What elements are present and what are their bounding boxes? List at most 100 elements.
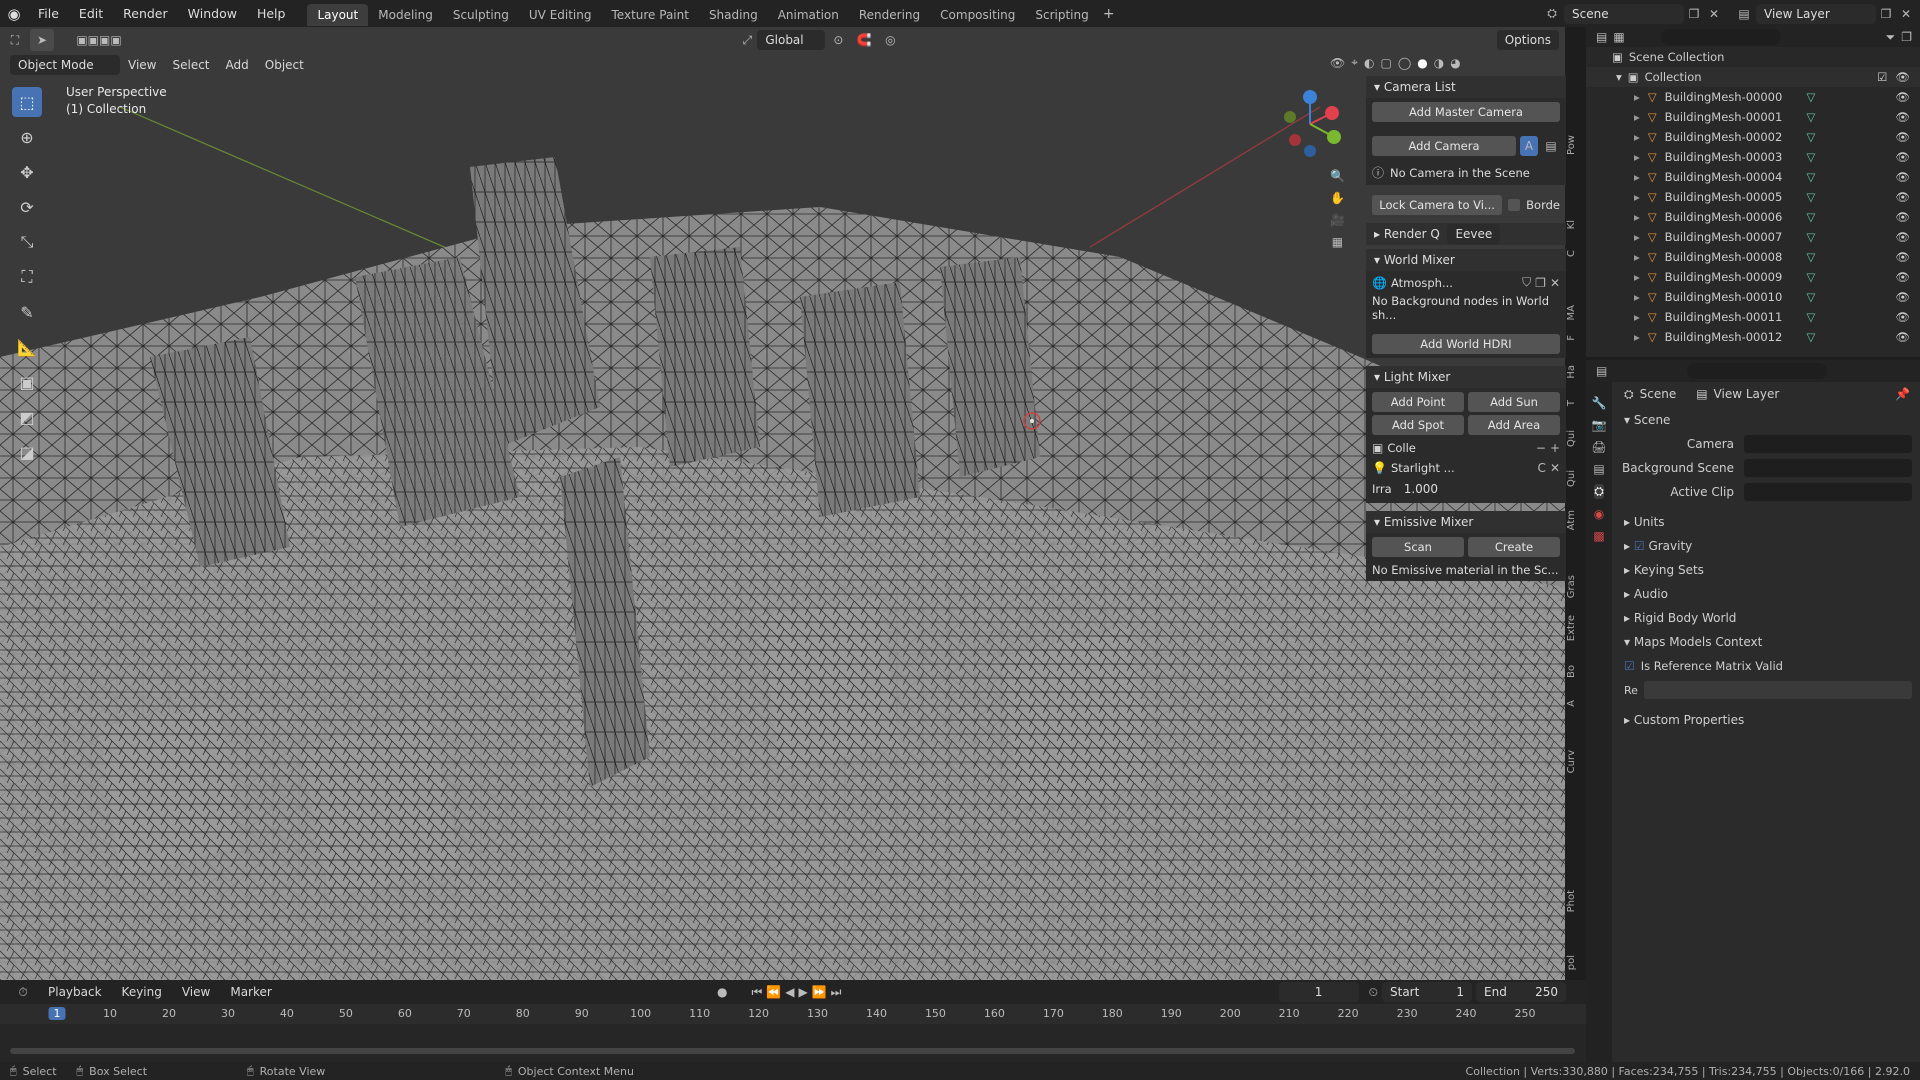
world-name[interactable]: Atmosph... <box>1391 276 1518 290</box>
visibility-eye-icon[interactable]: 👁 <box>1895 150 1910 164</box>
expand-collection-icon[interactable]: ▾ <box>1616 70 1622 84</box>
outliner-item[interactable]: ▸ ▽ BuildingMesh-00000 ▽ 👁 <box>1586 87 1920 107</box>
vtab-11[interactable]: Extre <box>1566 615 1584 641</box>
select-tool-icon[interactable]: ➤ <box>30 29 54 51</box>
vtab-1[interactable]: Kl <box>1566 220 1584 229</box>
background-scene-field[interactable] <box>1744 459 1912 477</box>
xray-icon[interactable]: ▢ <box>1380 55 1391 70</box>
view-menu[interactable]: View <box>120 54 164 76</box>
delete-view-layer-icon[interactable]: ✕ <box>1896 7 1916 21</box>
outliner-item[interactable]: ▸ ▽ BuildingMesh-00007 ▽ 👁 <box>1586 227 1920 247</box>
outliner-item[interactable]: ▸ ▽ BuildingMesh-00004 ▽ 👁 <box>1586 167 1920 187</box>
outliner-item[interactable]: ▸ ▽ BuildingMesh-00001 ▽ 👁 <box>1586 107 1920 127</box>
gravity-section[interactable]: ▸ ☑ Gravity <box>1616 534 1916 558</box>
tab-sculpting[interactable]: Sculpting <box>443 4 519 26</box>
light-color-swatch[interactable]: C <box>1538 461 1546 475</box>
vtab-10[interactable]: Gras <box>1566 575 1584 598</box>
move-icon[interactable]: ✥ <box>12 157 42 187</box>
vtab-8[interactable]: Qui <box>1566 470 1584 487</box>
outliner-item[interactable]: ▸ ▽ BuildingMesh-00005 ▽ 👁 <box>1586 187 1920 207</box>
expand-icon[interactable]: ▸ <box>1634 190 1640 204</box>
view-layer-icon[interactable]: ▤ <box>1732 7 1756 21</box>
expand-icon[interactable]: ▸ <box>1634 250 1640 264</box>
pan-hand-icon[interactable]: ✋ <box>1330 191 1345 205</box>
add-area-button[interactable]: Add Area <box>1468 415 1560 435</box>
tool-extra-2-icon[interactable]: ◪ <box>12 437 42 467</box>
record-icon[interactable]: ● <box>717 985 727 999</box>
select-mode-icons[interactable]: ▣▣▣▣ <box>54 33 144 47</box>
add-world-hdri-button[interactable]: Add World HDRI <box>1372 334 1560 354</box>
object-mode-select[interactable]: Object Mode <box>10 55 120 75</box>
expand-icon[interactable]: ▸ <box>1634 290 1640 304</box>
cursor-icon[interactable]: ⊕ <box>12 122 42 152</box>
ortho-grid-icon[interactable]: ▦ <box>1330 235 1345 249</box>
scene-icon[interactable]: ⛭ <box>1540 6 1564 21</box>
scene-tab-icon[interactable]: ⛭ <box>1594 484 1604 499</box>
visibility-eye-icon[interactable]: 👁 <box>1895 270 1910 284</box>
maps-models-context-section[interactable]: ▾ Maps Models Context <box>1616 630 1916 654</box>
tab-modeling[interactable]: Modeling <box>368 4 443 26</box>
menu-help[interactable]: Help <box>247 0 296 27</box>
solid-shading-icon[interactable]: ● <box>1417 55 1427 70</box>
add-spot-button[interactable]: Add Spot <box>1372 415 1464 435</box>
view-layer-tab-icon[interactable]: ▤ <box>1593 462 1604 476</box>
vtab-4[interactable]: F <box>1566 335 1584 341</box>
delete-scene-icon[interactable]: ✕ <box>1704 7 1724 21</box>
collection-checkbox[interactable]: ☑ <box>1877 70 1887 84</box>
collapse-icon[interactable]: − <box>1536 441 1546 455</box>
playback-menu[interactable]: Playback <box>40 981 110 1003</box>
add-workspace-icon[interactable]: + <box>1099 6 1119 22</box>
visibility-eye-icon[interactable]: 👁 <box>1895 190 1910 204</box>
tab-texture-paint[interactable]: Texture Paint <box>602 4 699 26</box>
start-frame-field[interactable]: Start 1 <box>1382 982 1472 1002</box>
properties-editor-icon[interactable]: ▤ <box>1596 364 1607 378</box>
expand-icon[interactable]: ▸ <box>1634 210 1640 224</box>
scene-collection-row[interactable]: ▣ Scene Collection <box>1586 47 1920 67</box>
light-name[interactable]: Starlight ... <box>1391 461 1534 475</box>
render-engine-select[interactable]: Eevee <box>1447 224 1501 244</box>
emissive-mixer-header[interactable]: ▾ Emissive Mixer <box>1366 511 1566 533</box>
outliner-editor-icon[interactable]: ▤ <box>1596 30 1607 44</box>
output-tab-icon[interactable]: 🖨 <box>1591 440 1606 454</box>
new-collection-icon[interactable]: ❐ <box>1901 30 1912 44</box>
expand-icon[interactable]: + <box>1550 441 1560 455</box>
outliner-item[interactable]: ▸ ▽ BuildingMesh-00009 ▽ 👁 <box>1586 267 1920 287</box>
use-preview-range-icon[interactable]: ⏲ <box>1369 985 1378 1000</box>
material-shading-icon[interactable]: ◑ <box>1434 55 1444 70</box>
active-clip-field[interactable] <box>1744 483 1912 501</box>
select-box-icon[interactable]: ⬚ <box>12 87 42 117</box>
sort-az-icon[interactable]: A <box>1520 136 1538 156</box>
fake-user-icon[interactable]: ⛉ <box>1522 275 1531 290</box>
next-key-icon[interactable]: ⏩ <box>812 985 827 999</box>
add-sun-button[interactable]: Add Sun <box>1468 392 1560 412</box>
tab-uv-editing[interactable]: UV Editing <box>519 4 602 26</box>
remove-light-icon[interactable]: ✕ <box>1550 461 1560 475</box>
display-mode-icon[interactable]: ▦ <box>1613 30 1624 44</box>
vtab-0[interactable]: Pow <box>1566 135 1584 155</box>
reference-matrix-checkbox[interactable]: ☑ <box>1624 659 1635 673</box>
add-camera-button[interactable]: Add Camera <box>1372 136 1516 156</box>
duplicate-icon[interactable]: ❐ <box>1535 276 1546 290</box>
visibility-eye-icon[interactable]: 👁 <box>1895 310 1910 324</box>
vtab-2[interactable]: C <box>1566 250 1584 257</box>
play-reverse-icon[interactable]: ◀ <box>785 985 794 999</box>
mesh-data-icon[interactable]: ▽ <box>1807 290 1816 304</box>
properties-search-field[interactable] <box>1687 363 1828 379</box>
current-frame-field[interactable]: 1 <box>1278 982 1359 1002</box>
object-menu[interactable]: Object <box>257 54 312 76</box>
visibility-eye-icon[interactable]: 👁 <box>1895 290 1910 304</box>
mesh-data-icon[interactable]: ▽ <box>1807 130 1816 144</box>
mesh-data-icon[interactable]: ▽ <box>1807 250 1816 264</box>
measure-icon[interactable]: 📐 <box>12 332 42 362</box>
transform-icon[interactable]: ⛶ <box>12 262 42 292</box>
vtab-5[interactable]: Ha <box>1566 365 1584 379</box>
world-mixer-header[interactable]: ▾ World Mixer <box>1366 249 1566 271</box>
visibility-eye-icon[interactable]: 👁 <box>1895 70 1910 84</box>
vtab-15[interactable]: Phot <box>1566 890 1584 912</box>
outliner-item[interactable]: ▸ ▽ BuildingMesh-00011 ▽ 👁 <box>1586 307 1920 327</box>
select-menu[interactable]: Select <box>164 54 217 76</box>
border-checkbox[interactable] <box>1508 199 1521 211</box>
scene-section-header[interactable]: ▾ Scene <box>1616 408 1916 432</box>
timeline-editor-icon[interactable]: ⏱ <box>10 985 36 1000</box>
expand-icon[interactable]: ▸ <box>1634 130 1640 144</box>
